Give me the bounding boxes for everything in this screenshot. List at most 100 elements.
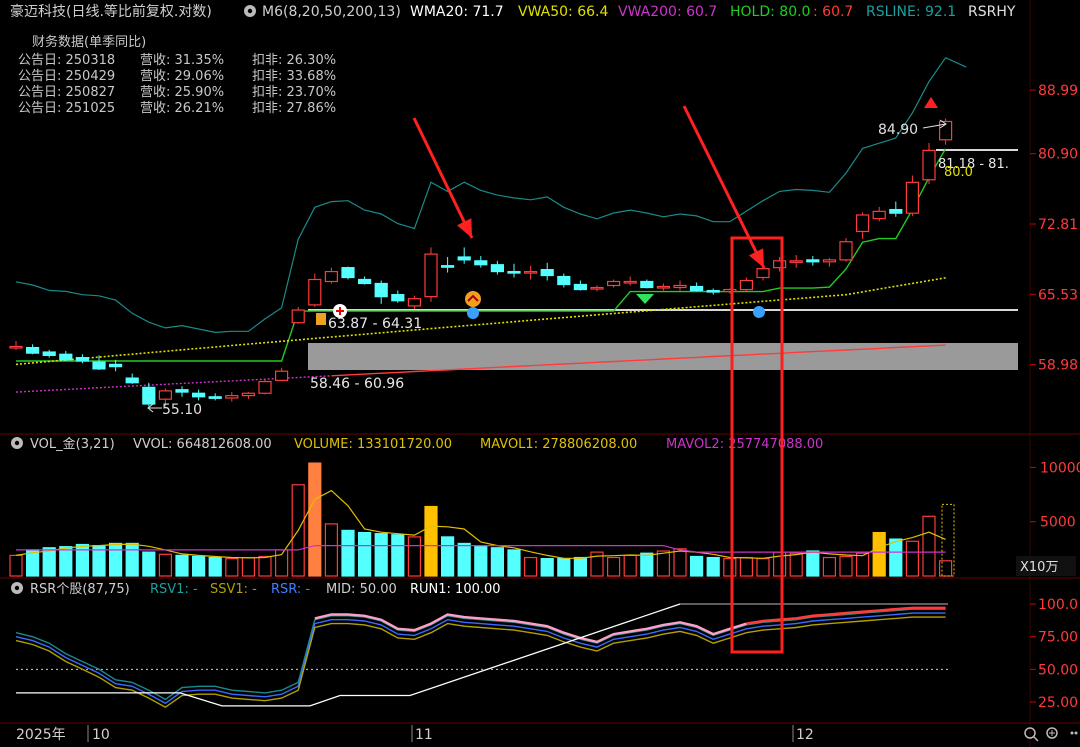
candle[interactable]	[275, 367, 289, 381]
candle[interactable]	[739, 277, 754, 292]
month-12-label: 12	[796, 727, 814, 743]
volume-bar	[358, 531, 372, 577]
candle[interactable]	[557, 273, 571, 288]
candle[interactable]	[706, 288, 720, 295]
volume-bar	[158, 553, 172, 577]
candle[interactable]	[407, 295, 421, 310]
candle[interactable]	[590, 285, 604, 292]
candle[interactable]	[673, 280, 687, 291]
candle[interactable]	[142, 382, 156, 407]
stock-chart[interactable]: 豪迈科技(日线.等比前复权.对数) M6(8,20,50,200,13) WMA…	[0, 0, 1080, 747]
settings-gear-icon[interactable]	[244, 5, 256, 17]
candle[interactable]	[92, 355, 106, 371]
wma20-label: WMA20: 71.7	[410, 4, 504, 20]
candle[interactable]	[523, 265, 538, 280]
volume-bar	[822, 556, 837, 577]
low-price-label: 55.10	[162, 402, 202, 418]
candle[interactable]	[341, 266, 355, 280]
menu-icon[interactable]	[1070, 731, 1078, 735]
finance-title: 财务数据(单季同比)	[32, 34, 146, 50]
volume-title: VOL_金(3,21)	[30, 436, 115, 452]
volume-bar	[573, 556, 588, 577]
candle[interactable]	[457, 247, 471, 264]
volume-bar	[324, 523, 338, 577]
finance-deducted: 扣非: 26.30%	[252, 53, 336, 68]
finance-deducted: 扣非: 33.68%	[252, 69, 336, 84]
candle[interactable]	[889, 201, 903, 217]
rsr-label: RSR: -	[271, 582, 310, 597]
price-axis-label: 65.53	[1038, 287, 1078, 303]
candle[interactable]	[125, 373, 139, 384]
finance-deducted: 扣非: 23.70%	[252, 85, 336, 100]
candle[interactable]	[192, 389, 206, 401]
candle[interactable]	[9, 341, 23, 350]
high-price-label: 84.90	[878, 122, 918, 138]
candle[interactable]	[424, 247, 438, 302]
candle[interactable]	[308, 273, 322, 307]
candle[interactable]	[42, 349, 56, 358]
hold-value-label: 80.0	[944, 165, 973, 180]
volume-label: VOLUME: 133101720.00	[294, 437, 452, 452]
candle[interactable]	[822, 257, 837, 267]
hold2-label: : 60.7	[813, 4, 853, 20]
volume-bar	[341, 529, 355, 577]
candle[interactable]	[723, 288, 737, 294]
volume-gear-icon[interactable]	[11, 437, 23, 449]
candle[interactable]	[474, 256, 488, 268]
candle[interactable]	[208, 393, 222, 401]
volume-bar	[523, 556, 538, 577]
candle[interactable]	[689, 282, 704, 292]
candle[interactable]	[573, 280, 588, 291]
candle[interactable]	[772, 256, 787, 272]
search-icon[interactable]	[1024, 727, 1039, 742]
candle[interactable]	[656, 283, 671, 291]
volume-bar	[656, 550, 671, 577]
candle[interactable]	[789, 255, 803, 268]
candle[interactable]	[806, 256, 820, 266]
volume-bar	[872, 531, 886, 577]
candle[interactable]	[905, 175, 920, 216]
candle[interactable]	[258, 379, 272, 395]
candle[interactable]	[75, 354, 90, 364]
candle[interactable]	[540, 262, 554, 281]
candle[interactable]	[756, 266, 770, 281]
run1-label: RUN1: 100.00	[410, 582, 501, 597]
candle[interactable]	[872, 206, 886, 222]
volume-bar	[839, 555, 853, 577]
candle[interactable]	[623, 276, 637, 286]
candle[interactable]	[241, 392, 255, 400]
candle[interactable]	[855, 212, 870, 239]
zoom-in-icon[interactable]	[1046, 727, 1058, 739]
volume-bar	[673, 548, 687, 577]
candle[interactable]	[59, 350, 73, 361]
candle[interactable]	[441, 256, 455, 273]
candle[interactable]	[291, 306, 305, 324]
ssv1-label: SSV1: -	[210, 582, 257, 597]
month-10-label: 10	[92, 727, 110, 743]
rsr-strong-line	[746, 606, 946, 625]
candle[interactable]	[391, 290, 405, 303]
candle[interactable]	[640, 279, 654, 289]
mavol2-label: MAVOL2: 257747088.00	[666, 437, 823, 452]
candle[interactable]	[175, 386, 189, 397]
volume-bar	[308, 462, 322, 577]
candle[interactable]	[358, 276, 372, 285]
candle[interactable]	[374, 280, 388, 304]
volume-bar	[9, 554, 23, 577]
candle[interactable]	[938, 118, 953, 145]
candle[interactable]	[606, 279, 621, 288]
candle[interactable]	[507, 263, 521, 278]
candle[interactable]	[324, 267, 338, 284]
candle[interactable]	[490, 260, 504, 275]
volume-bar	[407, 536, 421, 577]
candle[interactable]	[922, 143, 936, 185]
candle[interactable]	[26, 344, 40, 355]
candle[interactable]	[225, 392, 239, 402]
volume-bar	[938, 560, 953, 577]
volume-bar	[142, 551, 156, 577]
rsr-gear-icon[interactable]	[11, 582, 23, 594]
volume-bar	[756, 558, 770, 577]
zone2-label: 58.46 - 60.96	[310, 376, 404, 392]
candle[interactable]	[839, 237, 853, 262]
stock-title: 豪迈科技(日线.等比前复权.对数)	[10, 3, 212, 20]
